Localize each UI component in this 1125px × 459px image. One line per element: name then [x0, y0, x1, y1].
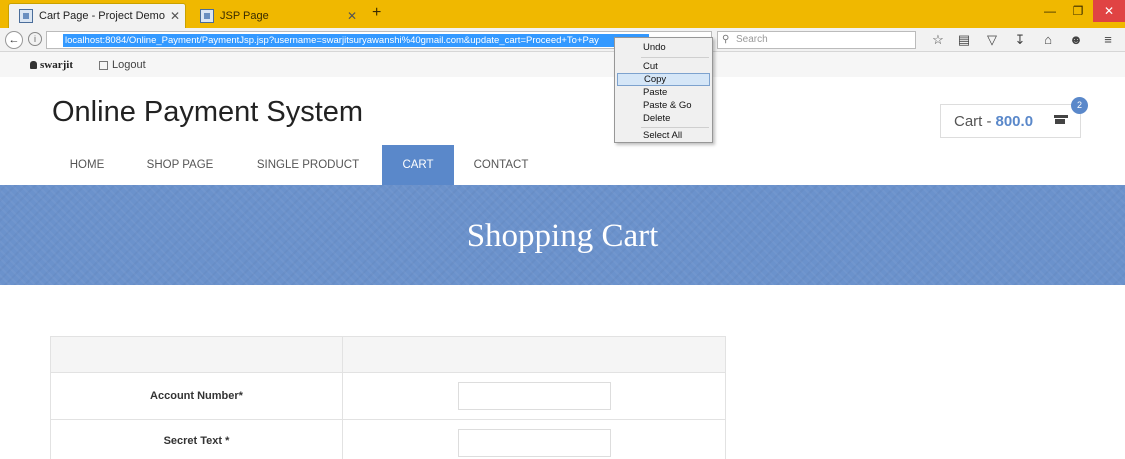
context-item-select-all[interactable]: Select All — [617, 129, 710, 142]
page-favicon-icon — [200, 8, 214, 23]
context-item-paste-and-go[interactable]: Paste & Go — [617, 99, 710, 112]
user-icon — [30, 61, 37, 69]
window-close-icon[interactable]: ✕ — [1093, 0, 1125, 22]
tab-jsp-page[interactable]: JSP Page ✕ — [190, 3, 362, 28]
context-item-copy[interactable]: Copy — [617, 73, 710, 86]
back-arrow-icon[interactable]: ← — [5, 31, 23, 49]
download-icon[interactable]: ↧ — [1012, 33, 1028, 47]
browser-tab-bar: Cart Page - Project Demo ✕ JSP Page ✕ + … — [0, 0, 1125, 28]
menu-separator — [641, 57, 709, 58]
url-text: localhost:8084/Online_Payment/PaymentJsp… — [63, 34, 649, 47]
cart-amount: 800.0 — [995, 112, 1034, 130]
context-item-undo[interactable]: Undo — [617, 41, 710, 54]
main-menu: HOME SHOP PAGE SINGLE PRODUCT CART CONTA… — [0, 145, 1125, 185]
new-tab-button[interactable]: + — [372, 4, 381, 22]
menu-home[interactable]: HOME — [66, 145, 108, 185]
search-icon: ⚲ — [722, 34, 730, 45]
context-menu: Undo Cut Copy Paste Paste & Go Delete Se… — [614, 37, 713, 143]
search-input[interactable]: ⚲ Search — [717, 31, 916, 49]
table-row: Secret Text * — [51, 420, 725, 459]
menu-cart[interactable]: CART — [382, 145, 454, 185]
account-number-input[interactable] — [458, 382, 611, 410]
reader-list-icon[interactable]: ▤ — [956, 33, 972, 47]
column-divider — [342, 337, 343, 459]
site-title: Online Payment System — [52, 96, 364, 128]
page-banner: Shopping Cart — [0, 185, 1125, 285]
home-icon[interactable]: ⌂ — [1040, 33, 1056, 47]
table-header-row — [51, 337, 725, 373]
restore-icon[interactable]: ❐ — [1064, 0, 1092, 22]
menu-contact[interactable]: CONTACT — [470, 145, 532, 185]
pocket-icon[interactable]: ▽ — [984, 33, 1000, 47]
logout-icon — [99, 60, 108, 70]
url-bar[interactable]: localhost:8084/Online_Payment/PaymentJsp… — [46, 31, 712, 49]
menu-single-product[interactable]: SINGLE PRODUCT — [250, 145, 366, 185]
user-bar: swarjit Logout — [0, 52, 1125, 77]
minimize-icon[interactable]: — — [1036, 0, 1064, 22]
table-row: Account Number* — [51, 373, 725, 420]
menu-separator — [641, 127, 709, 128]
tab-title: JSP Page — [220, 9, 269, 22]
user-link[interactable]: swarjit — [30, 59, 73, 71]
payment-form-table: Account Number* Secret Text * — [50, 336, 726, 459]
menu-hamburger-icon[interactable]: ≡ — [1100, 33, 1116, 47]
page-favicon-icon — [19, 9, 33, 23]
shopping-cart-icon — [1054, 115, 1068, 127]
secret-text-label: Secret Text * — [163, 435, 230, 447]
tab-close-icon[interactable]: ✕ — [342, 9, 362, 23]
tab-cart-page[interactable]: Cart Page - Project Demo ✕ — [8, 3, 186, 28]
tab-close-icon[interactable]: ✕ — [165, 9, 185, 23]
banner-title: Shopping Cart — [466, 218, 659, 254]
menu-shop-page[interactable]: SHOP PAGE — [142, 145, 218, 185]
info-icon[interactable]: i — [28, 32, 42, 46]
cart-count-badge: 2 — [1071, 97, 1088, 114]
search-placeholder: Search — [736, 34, 768, 45]
cart-label: Cart - — [954, 112, 992, 130]
secret-text-input[interactable] — [458, 429, 611, 457]
context-item-cut[interactable]: Cut — [617, 60, 710, 73]
account-number-label: Account Number* — [150, 390, 243, 402]
cart-button[interactable]: Cart - 800.0 — [940, 104, 1081, 138]
logout-label: Logout — [112, 59, 146, 71]
browser-nav-bar: ← i localhost:8084/Online_Payment/Paymen… — [0, 28, 1125, 52]
logout-link[interactable]: Logout — [99, 59, 146, 71]
tab-title: Cart Page - Project Demo — [39, 10, 165, 22]
username: swarjit — [40, 59, 73, 71]
account-icon[interactable]: ☻ — [1068, 33, 1084, 47]
context-item-delete[interactable]: Delete — [617, 112, 710, 125]
context-item-paste[interactable]: Paste — [617, 86, 710, 99]
bookmark-star-icon[interactable]: ☆ — [930, 33, 946, 47]
